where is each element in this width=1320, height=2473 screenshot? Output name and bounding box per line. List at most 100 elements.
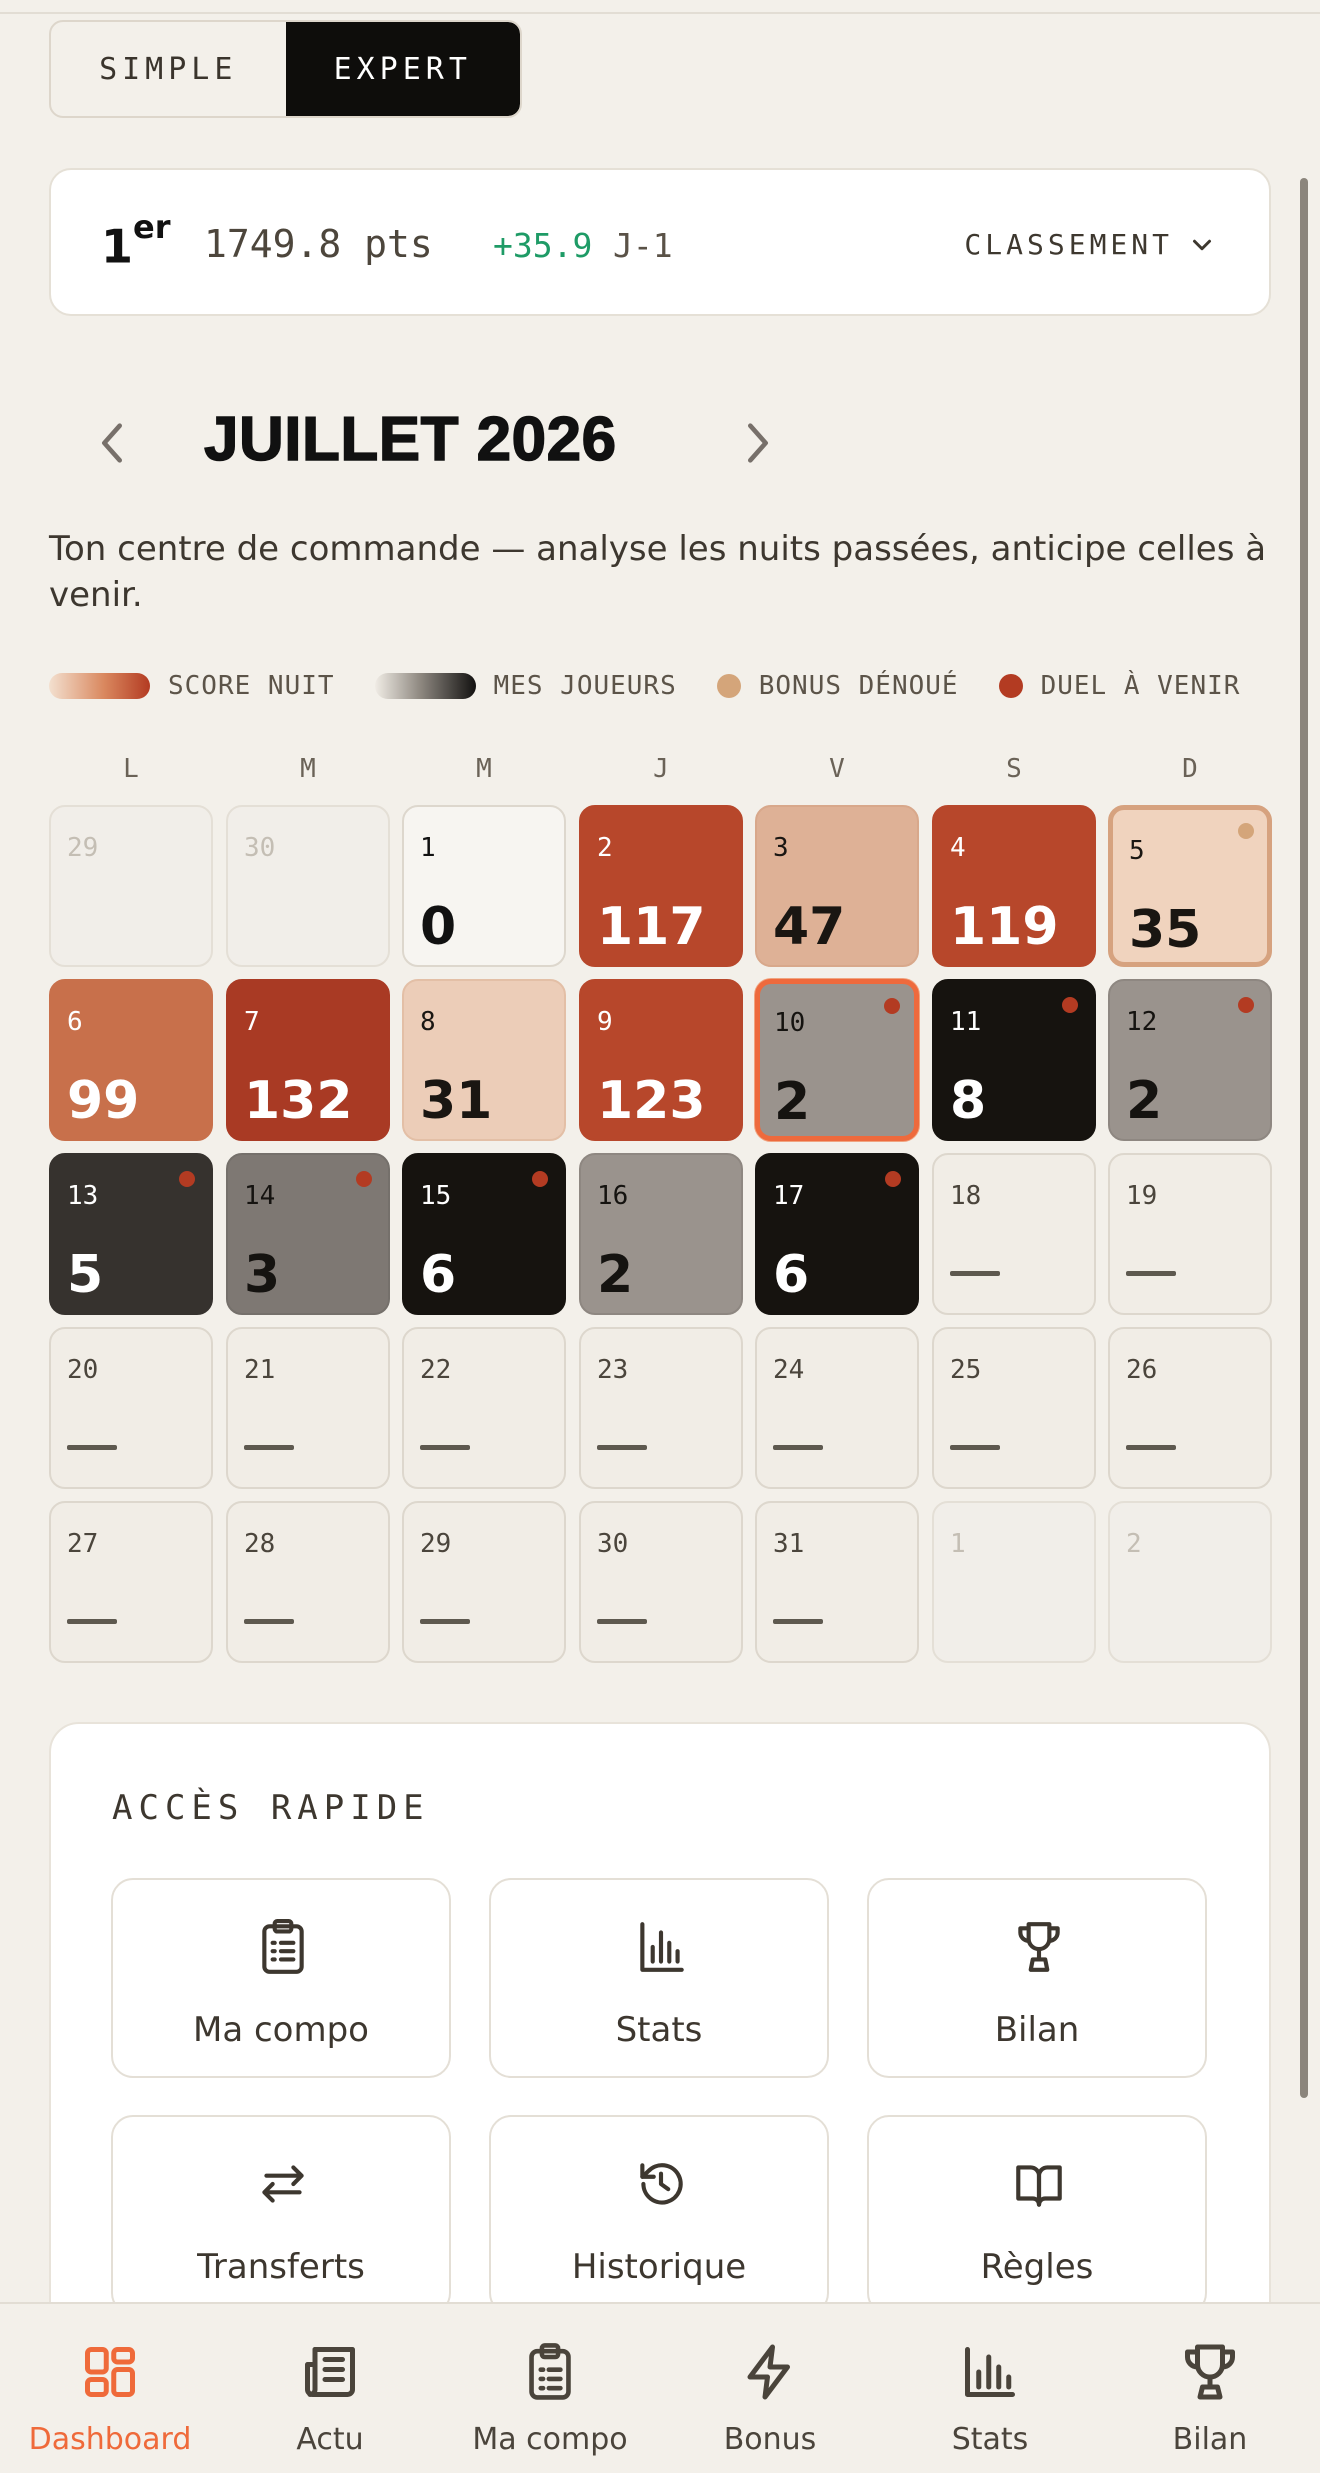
calendar-day-outside: 30 <box>226 805 390 967</box>
calendar-day[interactable]: 6 99 <box>49 979 213 1141</box>
mode-toggle: SIMPLE EXPERT <box>49 20 522 118</box>
calendar-day[interactable]: 15 6 <box>402 1153 566 1315</box>
month-next-button[interactable] <box>738 418 778 468</box>
no-score-dash <box>244 1619 294 1624</box>
calendar-day[interactable]: 23 <box>579 1327 743 1489</box>
quick-access-label: Bilan <box>994 2010 1080 2050</box>
mode-expert-button[interactable]: EXPERT <box>285 22 520 116</box>
mode-simple-button[interactable]: SIMPLE <box>51 22 286 116</box>
duel-dot-icon <box>1238 997 1254 1013</box>
no-score-dash <box>950 1271 1000 1276</box>
history-icon <box>640 2163 683 2205</box>
nav-actu[interactable]: Actu <box>220 2304 440 2473</box>
calendar-day[interactable]: 17 6 <box>755 1153 919 1315</box>
weekday-header: S <box>1006 754 1022 784</box>
calendar-day-outside: 2 <box>1108 1501 1272 1663</box>
trophy-icon <box>1018 1922 1060 1972</box>
month-title: JUILLET 2026 <box>203 404 617 475</box>
day-number: 1 <box>420 833 436 863</box>
calendar-day[interactable]: 14 3 <box>226 1153 390 1315</box>
nav-stats[interactable]: Stats <box>880 2304 1100 2473</box>
calendar-day[interactable]: 7 132 <box>226 979 390 1141</box>
calendar-day[interactable]: 8 31 <box>402 979 566 1141</box>
legend-label: SCORE NUIT <box>168 671 335 701</box>
duel-dot-icon <box>885 1171 901 1187</box>
calendar-day[interactable]: 22 <box>402 1327 566 1489</box>
calendar-day[interactable]: 31 <box>755 1501 919 1663</box>
calendar-day[interactable]: 30 <box>579 1501 743 1663</box>
calendar-day[interactable]: 5 35 <box>1108 805 1272 967</box>
duel-dot-icon <box>1062 997 1078 1013</box>
calendar-day[interactable]: 10 <box>402 805 566 967</box>
quick-regles-button[interactable]: Règles <box>867 2115 1207 2315</box>
calendar-day[interactable]: 24 <box>755 1327 919 1489</box>
day-number: 12 <box>1126 1007 1158 1037</box>
calendar-day[interactable]: 11 8 <box>932 979 1096 1141</box>
calendar-day[interactable]: 4 119 <box>932 805 1096 967</box>
quick-stats-button[interactable]: Stats <box>489 1878 829 2078</box>
quick-historique-button[interactable]: Historique <box>489 2115 829 2315</box>
newspaper-icon <box>305 2347 355 2397</box>
calendar-day[interactable]: 27 <box>49 1501 213 1663</box>
day-score: 2 <box>597 1245 634 1305</box>
calendar-day[interactable]: 20 <box>49 1327 213 1489</box>
ranking-card: 1er 1749.8 pts +35.9 J-1 CLASSEMENT <box>49 168 1271 316</box>
arrows-swap-icon <box>262 2165 304 2203</box>
chevron-left-icon <box>102 423 122 463</box>
no-score-dash <box>597 1445 647 1450</box>
calendar-day[interactable]: 10 2 <box>755 979 919 1141</box>
day-score: 35 <box>1129 900 1202 960</box>
page-scrollbar[interactable] <box>1300 178 1308 2098</box>
calendar-day[interactable]: 2 117 <box>579 805 743 967</box>
no-score-dash <box>1126 1445 1176 1450</box>
dashboard-subtitle: Ton centre de commande — analyse les nui… <box>49 529 1267 615</box>
nav-ma-compo[interactable]: Ma compo <box>440 2304 660 2473</box>
day-number: 22 <box>420 1355 452 1385</box>
day-number: 24 <box>773 1355 805 1385</box>
day-score: 3 <box>244 1245 281 1305</box>
day-number: 9 <box>597 1007 613 1037</box>
quick-ma-compo-button[interactable]: Ma compo <box>111 1878 451 2078</box>
calendar-day[interactable]: 16 2 <box>579 1153 743 1315</box>
calendar-day[interactable]: 19 <box>1108 1153 1272 1315</box>
day-number: 14 <box>244 1181 276 1211</box>
day-number: 30 <box>597 1529 629 1559</box>
quick-access-title: ACCÈS RAPIDE <box>112 1788 430 1828</box>
no-score-dash <box>420 1619 470 1624</box>
nav-bilan[interactable]: Bilan <box>1100 2304 1320 2473</box>
duel-dot-icon <box>884 998 900 1014</box>
ranking-dropdown[interactable]: CLASSEMENT <box>964 228 1217 261</box>
calendar-day[interactable]: 9 123 <box>579 979 743 1141</box>
day-number: 16 <box>597 1181 629 1211</box>
day-score: 132 <box>244 1071 353 1131</box>
rank-delta-period: J-1 <box>613 226 673 265</box>
rank-position: 1er <box>101 208 171 274</box>
legend-duel-a-venir: DUEL À VENIR <box>998 671 1241 701</box>
nav-bonus[interactable]: Bonus <box>660 2304 880 2473</box>
calendar-day[interactable]: 21 <box>226 1327 390 1489</box>
calendar-day[interactable]: 26 <box>1108 1327 1272 1489</box>
day-number: 15 <box>420 1181 452 1211</box>
day-number: 29 <box>420 1529 452 1559</box>
day-number: 2 <box>1126 1529 1142 1559</box>
calendar-day[interactable]: 12 2 <box>1108 979 1272 1141</box>
calendar-day[interactable]: 13 5 <box>49 1153 213 1315</box>
legend-mes-joueurs: MES JOUEURS <box>374 671 677 701</box>
day-score: 0 <box>420 897 457 957</box>
calendar-day[interactable]: 18 <box>932 1153 1096 1315</box>
day-score: 31 <box>420 1071 493 1131</box>
nav-dashboard[interactable]: Dashboard <box>0 2304 220 2473</box>
legend-score-nuit: SCORE NUIT <box>49 671 335 701</box>
quick-access-label: Ma compo <box>193 2010 369 2050</box>
quick-transferts-button[interactable]: Transferts <box>111 2115 451 2315</box>
calendar-day[interactable]: 29 <box>402 1501 566 1663</box>
month-prev-button[interactable] <box>92 418 132 468</box>
no-score-dash <box>773 1619 823 1624</box>
calendar-day[interactable]: 3 47 <box>755 805 919 967</box>
day-score: 6 <box>420 1245 457 1305</box>
calendar-day[interactable]: 28 <box>226 1501 390 1663</box>
no-score-dash <box>420 1445 470 1450</box>
calendar-day[interactable]: 25 <box>932 1327 1096 1489</box>
quick-bilan-button[interactable]: Bilan <box>867 1878 1207 2078</box>
day-number: 20 <box>67 1355 99 1385</box>
